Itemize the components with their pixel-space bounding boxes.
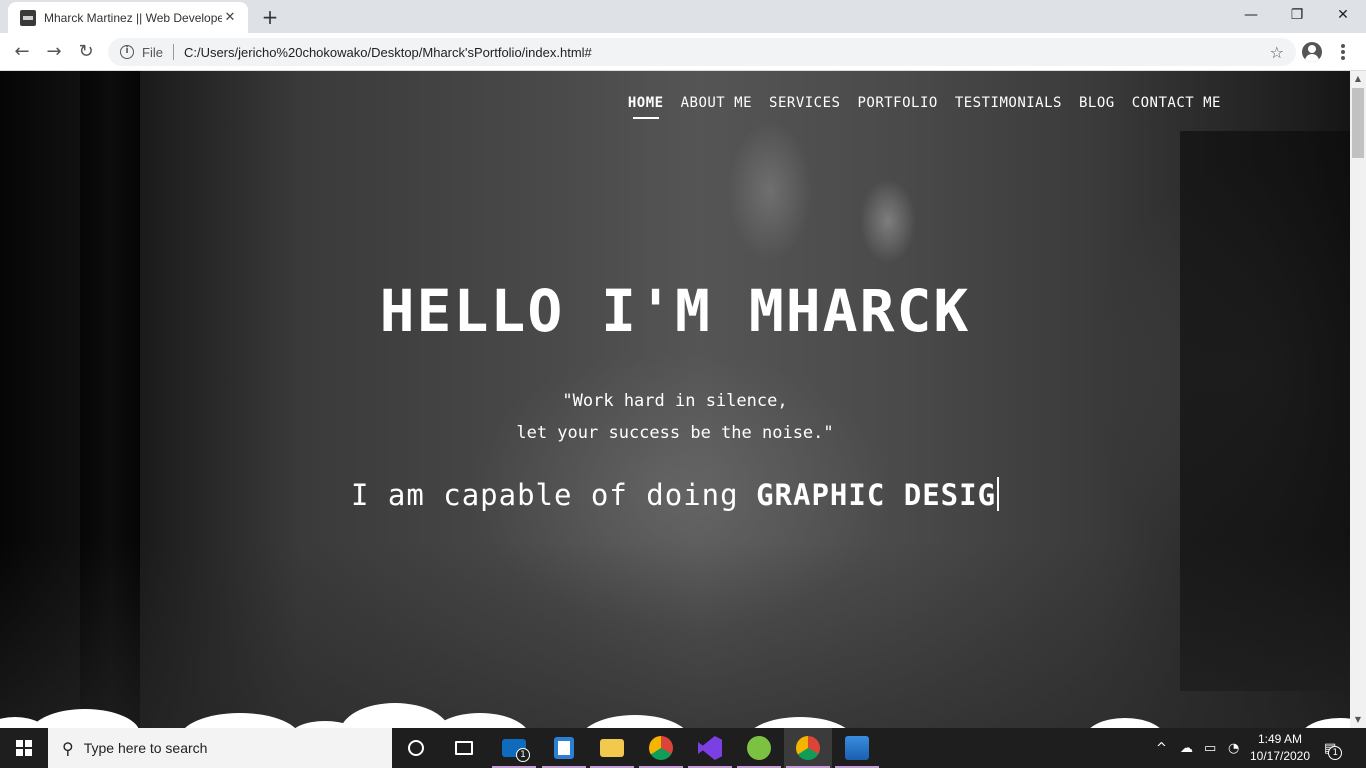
browser-tab[interactable]: Mharck Martinez || Web Developer ✕ [8, 2, 248, 33]
cortana-button[interactable] [392, 728, 440, 768]
page-scrollbar[interactable]: ▲ ▼ [1350, 71, 1366, 728]
green-app-icon [747, 736, 771, 760]
visual-studio-icon [698, 736, 722, 760]
windows-taskbar: ⚲ Type here to search 1 ^ ☁ ▭ ◔ 1:49 AM … [0, 728, 1366, 768]
nav-home[interactable]: HOME [628, 95, 664, 119]
nav-contact-me[interactable]: CONTACT ME [1132, 95, 1221, 111]
scrollbar-thumb[interactable] [1352, 88, 1364, 158]
search-icon: ⚲ [62, 738, 74, 758]
tray-chevron-icon[interactable]: ^ [1156, 728, 1167, 768]
url-scheme-label: File [142, 44, 163, 60]
browser-toolbar: ← → ↻ i File C:/Users/jericho%20chokowak… [0, 33, 1366, 71]
taskbar-visual-studio[interactable] [686, 728, 734, 768]
browser-menu-icon[interactable] [1336, 42, 1350, 62]
folder-icon [600, 739, 624, 757]
nav-blog[interactable]: BLOG [1079, 95, 1115, 111]
new-tab-button[interactable]: + [258, 5, 282, 29]
site-favicon-icon [20, 9, 36, 26]
quote-line-2: let your success be the noise." [516, 423, 834, 443]
url-text[interactable]: C:/Users/jericho%20chokowako/Desktop/Mha… [184, 45, 1270, 60]
background-street [0, 541, 1350, 728]
cortana-icon [408, 740, 424, 756]
typing-banner: I am capable of doing GRAPHIC DESIG [0, 477, 1350, 512]
taskbar-chrome[interactable] [637, 728, 685, 768]
taskbar-photos[interactable] [833, 728, 881, 768]
minimize-button[interactable]: — [1228, 0, 1274, 30]
browser-tab-strip: Mharck Martinez || Web Developer ✕ + — ❐… [0, 0, 1366, 33]
back-button[interactable]: ← [10, 40, 34, 64]
close-window-button[interactable]: ✕ [1320, 0, 1366, 30]
typed-text: GRAPHIC DESIG [756, 478, 997, 512]
chrome-icon [649, 736, 673, 760]
tab-close-icon[interactable]: ✕ [222, 10, 238, 26]
reload-button[interactable]: ↻ [74, 40, 98, 64]
onedrive-icon[interactable]: ☁ [1180, 728, 1193, 768]
task-view-button[interactable] [440, 728, 488, 768]
bookmark-star-icon[interactable]: ☆ [1270, 43, 1284, 62]
taskbar-search-box[interactable]: ⚲ Type here to search [48, 728, 392, 768]
site-info-icon[interactable]: i [120, 45, 134, 59]
taskbar-chrome-active[interactable] [784, 728, 832, 768]
wifi-icon[interactable]: ◔ [1228, 728, 1239, 768]
photos-icon [845, 736, 869, 760]
search-placeholder: Type here to search [83, 740, 208, 756]
clock-time: 1:49 AM [1257, 732, 1303, 746]
windows-logo-icon [16, 740, 32, 756]
site-navigation: HOME ABOUT ME SERVICES PORTFOLIO TESTIMO… [628, 95, 1221, 119]
taskbar-dreamweaver-app[interactable] [735, 728, 783, 768]
clock-date: 10/17/2020 [1249, 749, 1311, 763]
profile-avatar-icon[interactable] [1302, 42, 1322, 62]
typing-lead-text: I am capable of doing [350, 478, 739, 512]
nav-services[interactable]: SERVICES [769, 95, 840, 111]
nav-about-me[interactable]: ABOUT ME [681, 95, 752, 111]
notification-badge: 1 [1328, 746, 1343, 760]
scroll-down-arrow-icon[interactable]: ▼ [1350, 712, 1366, 728]
hero-quote: "Work hard in silence, let your success … [0, 385, 1350, 449]
hero-title: HELLO I'M MHARCK [379, 277, 971, 345]
start-button[interactable] [0, 728, 48, 768]
quote-line-1: "Work hard in silence, [562, 391, 788, 411]
taskbar-file-explorer[interactable] [588, 728, 636, 768]
tab-title: Mharck Martinez || Web Developer [44, 10, 222, 25]
chrome-icon [796, 736, 820, 760]
nav-testimonials[interactable]: TESTIMONIALS [955, 95, 1062, 111]
task-view-icon [455, 741, 473, 755]
taskbar-mail[interactable]: 1 [490, 728, 538, 768]
address-bar[interactable]: i File C:/Users/jericho%20chokowako/Desk… [108, 38, 1296, 66]
omnibox-separator [172, 44, 174, 60]
store-icon [554, 737, 574, 759]
nav-portfolio[interactable]: PORTFOLIO [857, 95, 937, 111]
notifications-button[interactable]: ▤ 1 [1324, 728, 1343, 768]
forward-button[interactable]: → [42, 40, 66, 64]
scroll-up-arrow-icon[interactable]: ▲ [1350, 71, 1366, 87]
maximize-button[interactable]: ❐ [1274, 0, 1320, 30]
typing-cursor [997, 477, 1000, 511]
taskbar-store[interactable] [540, 728, 588, 768]
page-hero-section: HOME ABOUT ME SERVICES PORTFOLIO TESTIMO… [0, 71, 1350, 728]
battery-icon[interactable]: ▭ [1204, 728, 1216, 768]
taskbar-clock[interactable]: 1:49 AM 10/17/2020 [1246, 731, 1314, 765]
mail-badge: 1 [516, 748, 530, 762]
